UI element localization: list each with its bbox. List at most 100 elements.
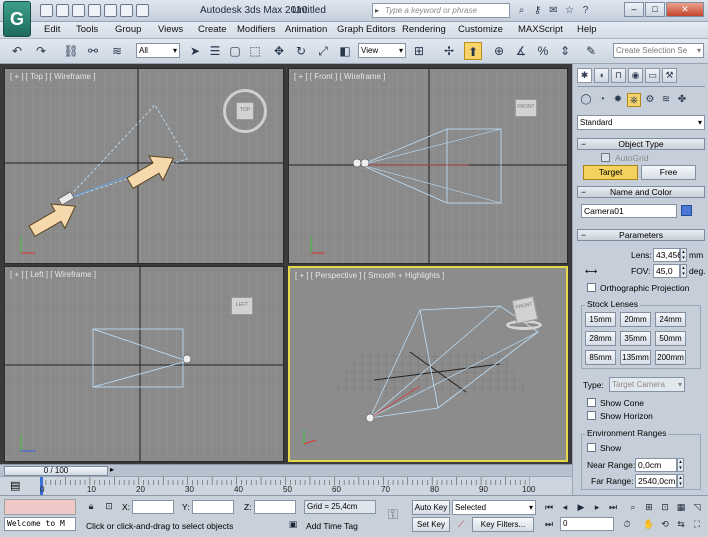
field-of-view-icon[interactable]: ◹ xyxy=(690,501,704,514)
select-and-rotate-icon[interactable]: ↻ xyxy=(292,42,310,60)
new-file-icon[interactable] xyxy=(40,4,53,17)
viewcube-perspective[interactable]: FRONT xyxy=(504,294,544,334)
motion-tab-icon[interactable]: ◉ xyxy=(628,68,643,83)
viewcube-top[interactable]: TOP xyxy=(223,89,267,133)
modify-tab-icon[interactable]: ◖ xyxy=(594,68,609,83)
select-and-manipulate-icon[interactable]: ◧ xyxy=(336,42,354,60)
close-button[interactable]: ✕ xyxy=(666,2,704,17)
pivot-center-icon[interactable]: ⊞ xyxy=(410,42,428,60)
lens-input[interactable]: 43,456 xyxy=(653,248,682,262)
target-button[interactable]: Target xyxy=(583,165,638,180)
viewcube-left[interactable]: LEFT xyxy=(231,297,255,321)
lens-spinner[interactable]: ▴ ▾ xyxy=(680,248,687,262)
menu-create[interactable]: Create xyxy=(198,24,227,35)
quick-access-dropdown-icon[interactable] xyxy=(136,4,149,17)
space-warps-icon[interactable]: ≋ xyxy=(659,93,673,107)
viewport-front-label[interactable]: [ + ] [ Front ] [ Wireframe ] xyxy=(294,72,385,81)
lights-icon[interactable]: ✸ xyxy=(611,93,625,107)
time-configuration-icon[interactable]: ⏱ xyxy=(620,518,634,531)
key-filters-button[interactable]: Key Filters... xyxy=(472,517,534,532)
viewport-left-label[interactable]: [ + ] [ Left ] [ Wireframe ] xyxy=(10,270,96,279)
cameras-icon[interactable]: ⎈ xyxy=(627,93,641,107)
lens-85mm-button[interactable]: 85mm xyxy=(585,350,616,365)
unlink-icon[interactable]: ⚯ xyxy=(84,42,102,60)
keyboard-shortcut-override-icon[interactable]: ⬆ xyxy=(464,42,482,60)
maxscript-listener-input[interactable]: Welcome to M xyxy=(4,517,76,531)
geometry-icon[interactable]: ◯ xyxy=(579,93,593,107)
helpers-icon[interactable]: ⚙ xyxy=(643,93,657,107)
lens-35mm-button[interactable]: 35mm xyxy=(620,331,651,346)
selection-lock-icon[interactable]: 🔒︎ xyxy=(84,500,98,513)
save-file-icon[interactable] xyxy=(72,4,85,17)
lens-135mm-button[interactable]: 135mm xyxy=(620,350,651,365)
walk-through-icon[interactable]: ⇆ xyxy=(674,518,688,531)
select-object-icon[interactable]: ➤ xyxy=(186,42,204,60)
go-to-start-icon[interactable]: ⏮ xyxy=(542,501,556,514)
time-tag-icon[interactable]: ▣ xyxy=(286,518,300,531)
selection-filter-dropdown[interactable]: All xyxy=(136,43,180,58)
open-file-icon[interactable] xyxy=(56,4,69,17)
menu-maxscript[interactable]: MAXScript xyxy=(518,24,563,35)
add-time-tag-label[interactable]: Add Time Tag xyxy=(306,521,358,531)
object-color-swatch[interactable] xyxy=(681,205,692,216)
near-range-input[interactable]: 0,0cm xyxy=(635,458,677,472)
z-coord-input[interactable] xyxy=(254,500,296,514)
category-dropdown[interactable]: Standard xyxy=(577,115,705,130)
display-tab-icon[interactable]: ▭ xyxy=(645,68,660,83)
rectangular-selection-icon[interactable]: ▢ xyxy=(226,42,244,60)
name-and-color-rollout[interactable]: Name and Color xyxy=(577,186,705,198)
zoom-icon[interactable]: ⌕ xyxy=(626,501,640,514)
undo-icon[interactable]: ↶ xyxy=(8,42,26,60)
lens-200mm-button[interactable]: 200mm xyxy=(655,350,686,365)
lens-28mm-button[interactable]: 28mm xyxy=(585,331,616,346)
object-type-rollout[interactable]: Object Type xyxy=(577,138,705,150)
manipulate-icon[interactable]: ✢ xyxy=(440,42,458,60)
communication-icon[interactable]: ✉ xyxy=(547,4,560,17)
menu-views[interactable]: Views xyxy=(158,24,183,35)
key-icon[interactable]: ⚿ xyxy=(386,507,400,521)
previous-frame-icon[interactable]: ◂ xyxy=(558,501,572,514)
lens-50mm-button[interactable]: 50mm xyxy=(655,331,686,346)
absolute-mode-icon[interactable]: ⊡ xyxy=(102,500,116,513)
time-slider-thumb[interactable]: 0 / 100 xyxy=(4,466,108,476)
menu-rendering[interactable]: Rendering xyxy=(402,24,446,35)
menu-edit[interactable]: Edit xyxy=(44,24,60,35)
viewport-top-label[interactable]: [ + ] [ Top ] [ Wireframe ] xyxy=(10,72,95,81)
snaps-toggle-icon[interactable]: ⊕ xyxy=(490,42,508,60)
select-and-move-icon[interactable]: ✥ xyxy=(270,42,288,60)
app-logo-icon[interactable]: G xyxy=(3,1,31,37)
menu-modifiers[interactable]: Modifiers xyxy=(237,24,276,35)
minimize-button[interactable]: – xyxy=(624,2,644,17)
menu-group[interactable]: Group xyxy=(115,24,141,35)
bind-space-warp-icon[interactable]: ≋ xyxy=(108,42,126,60)
set-key-button[interactable]: Set Key xyxy=(412,517,450,532)
maximize-button[interactable]: □ xyxy=(645,2,665,17)
y-coord-input[interactable] xyxy=(192,500,234,514)
percent-snap-icon[interactable]: % xyxy=(534,42,552,60)
viewport-front[interactable]: [ + ] [ Front ] [ Wireframe ] FRONT xyxy=(288,68,568,264)
fov-spinner[interactable]: ▴ ▾ xyxy=(680,264,687,278)
zoom-all-icon[interactable]: ⊞ xyxy=(642,501,656,514)
far-range-input[interactable]: 2540,0cm xyxy=(635,474,677,488)
edit-named-selection-icon[interactable]: ✎ xyxy=(582,42,600,60)
free-button[interactable]: Free xyxy=(641,165,696,180)
env-show-checkbox[interactable] xyxy=(587,443,596,452)
viewport-top[interactable]: [ + ] [ Top ] [ Wireframe ] TOP xyxy=(4,68,284,264)
create-tab-icon[interactable]: ✱ xyxy=(577,68,592,83)
set-keys-icon[interactable]: ⟋ xyxy=(454,518,468,531)
camera-type-dropdown[interactable]: Target Camera xyxy=(609,377,685,392)
select-by-name-icon[interactable]: ☰ xyxy=(206,42,224,60)
go-to-end-icon[interactable]: ⏭ xyxy=(606,501,620,514)
orbit-icon[interactable]: ⟲ xyxy=(658,518,672,531)
autogrid-checkbox[interactable] xyxy=(601,153,610,162)
hierarchy-tab-icon[interactable]: ⊓ xyxy=(611,68,626,83)
show-horizon-checkbox[interactable] xyxy=(587,411,596,420)
help-icon[interactable]: ? xyxy=(579,4,592,17)
systems-icon[interactable]: ✤ xyxy=(675,93,689,107)
maxscript-listener-top[interactable] xyxy=(4,499,76,515)
menu-tools[interactable]: Tools xyxy=(76,24,98,35)
subscription-icon[interactable]: ⚷ xyxy=(531,4,544,17)
undo-quick-icon[interactable] xyxy=(88,4,101,17)
window-crossing-icon[interactable]: ⬚ xyxy=(246,42,264,60)
time-slider-next-icon[interactable]: ▸ xyxy=(110,465,114,474)
